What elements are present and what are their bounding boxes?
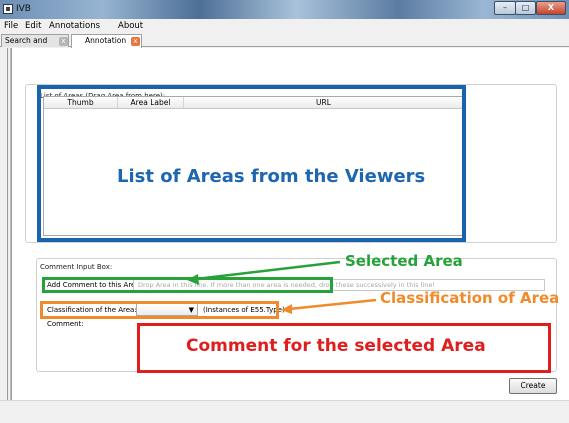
menu-file[interactable]: File bbox=[4, 21, 18, 31]
tab-label: Annotation bbox=[85, 36, 127, 45]
create-button[interactable]: Create bbox=[509, 378, 557, 394]
create-button-label: Create bbox=[520, 381, 546, 390]
annotation-box-classification bbox=[40, 301, 279, 319]
tab-bar: Search and Browse x Annotation x bbox=[0, 33, 569, 56]
annotation-box-list-of-areas bbox=[37, 85, 466, 242]
comment-input-box-label: Comment Input Box: bbox=[40, 263, 113, 271]
tab-close-icon[interactable]: x bbox=[131, 37, 140, 46]
menu-annotations[interactable]: Annotations bbox=[49, 21, 100, 31]
maximize-button[interactable]: □ bbox=[515, 1, 536, 15]
app-icon bbox=[3, 4, 13, 14]
menu-bar: File Edit Annotations About bbox=[0, 19, 569, 33]
tab-annotation[interactable]: Annotation x bbox=[71, 34, 142, 48]
left-splitter[interactable] bbox=[0, 48, 11, 423]
annotation-box-selected-area bbox=[42, 277, 333, 293]
close-button[interactable]: X bbox=[536, 1, 566, 15]
annotation-text-selected-area: Selected Area bbox=[345, 252, 463, 270]
title-bar: IVB – □ X bbox=[0, 0, 569, 19]
annotation-text-classification: Classification of Area bbox=[380, 289, 560, 307]
menu-edit[interactable]: Edit bbox=[25, 21, 41, 31]
tab-close-icon[interactable]: x bbox=[59, 37, 68, 46]
menu-about[interactable]: About bbox=[118, 21, 143, 31]
annotation-text-comment: Comment for the selected Area bbox=[186, 336, 486, 356]
comment-label: Comment: bbox=[47, 320, 84, 328]
tab-search-and-browse[interactable]: Search and Browse x bbox=[1, 34, 69, 56]
window-title: IVB bbox=[16, 4, 31, 14]
status-bar bbox=[0, 400, 569, 423]
annotation-text-list-of-areas: List of Areas from the Viewers bbox=[117, 166, 426, 187]
minimize-button[interactable]: – bbox=[494, 1, 516, 15]
